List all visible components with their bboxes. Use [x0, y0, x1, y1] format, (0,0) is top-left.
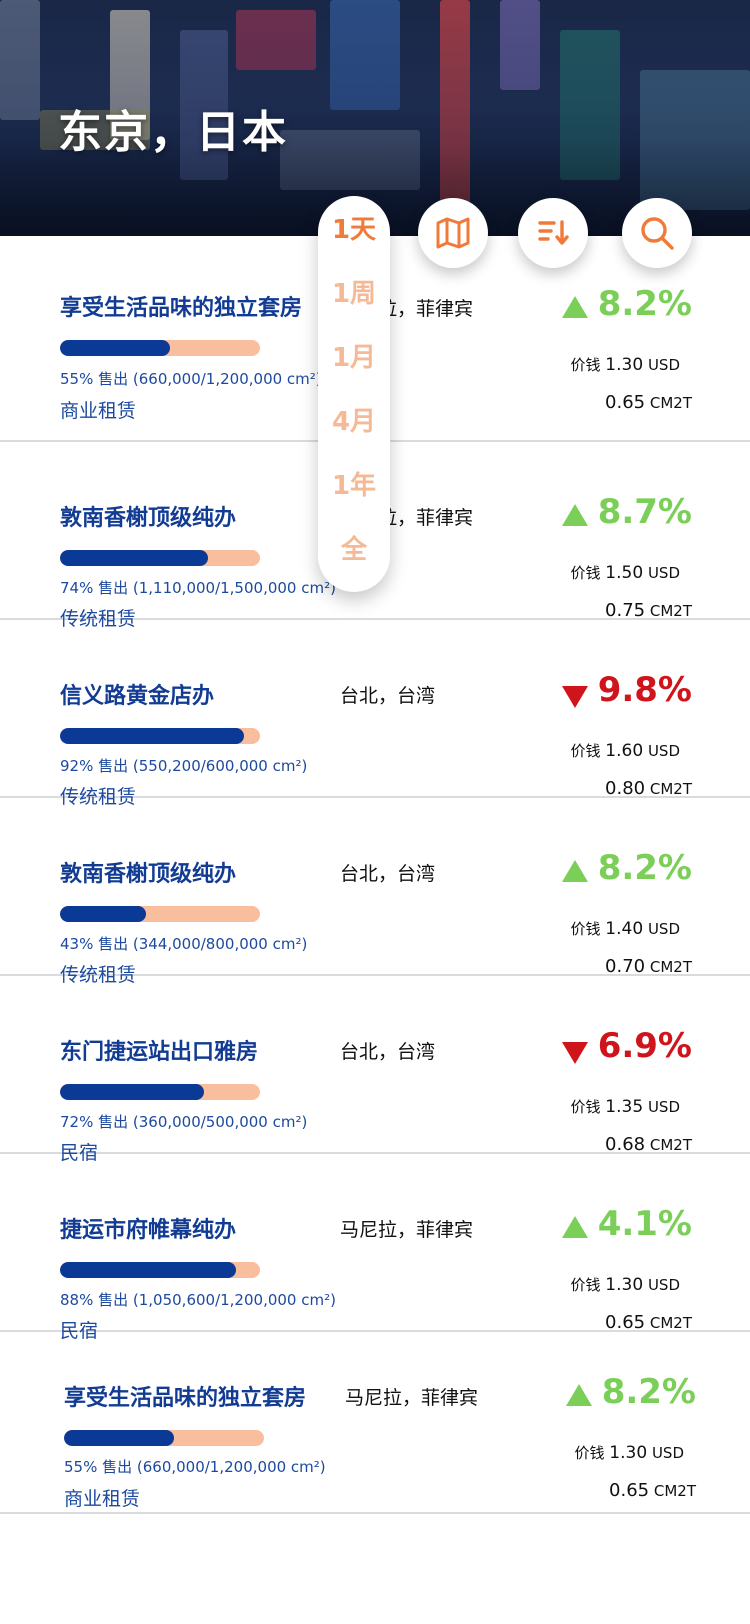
- price: 价钱 1.30 USD: [574, 1443, 685, 1463]
- change-percent: 8.2%: [597, 284, 692, 324]
- listing-row[interactable]: 捷运市府帷幕纯办 马尼拉，菲律宾 88% 售出 (1,050,600/1,200…: [0, 1154, 750, 1342]
- listing-location: 马尼拉，菲律宾: [345, 1387, 479, 1409]
- change-percent: 9.8%: [597, 670, 692, 710]
- listing-name: 敦南香榭顶级纯办: [60, 506, 237, 531]
- listing-name: 享受生活品味的独立套房: [60, 296, 303, 321]
- change-percent: 8.2%: [597, 848, 692, 888]
- period-option-1w[interactable]: 1周: [318, 272, 390, 336]
- listing-location: 台北，台湾: [340, 1041, 436, 1063]
- price: 价钱 1.60 USD: [570, 741, 681, 761]
- trend-arrow-icon: [562, 504, 588, 526]
- sold-progress-bar: [64, 1430, 264, 1446]
- trend-arrow-icon: [562, 686, 588, 708]
- cm2t-rate: 0.65 CM2T: [605, 1312, 692, 1333]
- period-dropdown[interactable]: 1天 1周 1月 4月 1年 全: [318, 196, 390, 592]
- trend-arrow-icon: [562, 860, 588, 882]
- cm2t-rate: 0.65 CM2T: [609, 1480, 696, 1501]
- sold-text: 88% 售出 (1,050,600/1,200,000 cm²): [60, 1291, 336, 1309]
- listing-row[interactable]: 信义路黄金店办 台北，台湾 92% 售出 (550,200/600,000 cm…: [0, 620, 750, 808]
- period-option-1d[interactable]: 1天: [318, 208, 390, 272]
- sold-progress-bar: [60, 1262, 260, 1278]
- sold-text: 55% 售出 (660,000/1,200,000 cm²): [60, 370, 322, 388]
- listing-location: 马尼拉，菲律宾: [340, 1219, 474, 1241]
- period-option-4m[interactable]: 4月: [318, 400, 390, 464]
- listing-name: 捷运市府帷幕纯办: [60, 1218, 237, 1243]
- cm2t-rate: 0.80 CM2T: [605, 778, 692, 799]
- price: 价钱 1.30 USD: [570, 355, 681, 375]
- sold-text: 92% 售出 (550,200/600,000 cm²): [60, 757, 308, 775]
- listing-location: 台北，台湾: [340, 863, 436, 885]
- trend-arrow-icon: [562, 1042, 588, 1064]
- cm2t-rate: 0.75 CM2T: [605, 600, 692, 621]
- listing-name: 东门捷运站出口雅房: [60, 1040, 259, 1065]
- change-percent: 8.7%: [597, 492, 692, 532]
- listing-name: 享受生活品味的独立套房: [64, 1386, 307, 1411]
- price: 价钱 1.50 USD: [570, 563, 681, 583]
- period-option-all[interactable]: 全: [318, 528, 390, 592]
- sold-progress-bar: [60, 728, 260, 744]
- cm2t-rate: 0.65 CM2T: [605, 392, 692, 413]
- sold-progress-bar: [60, 550, 260, 566]
- listing-row[interactable]: 东门捷运站出口雅房 台北，台湾 72% 售出 (360,000/500,000 …: [0, 976, 750, 1164]
- price: 价钱 1.35 USD: [570, 1097, 681, 1117]
- period-option-1y[interactable]: 1年: [318, 464, 390, 528]
- sold-progress-bar: [60, 340, 260, 356]
- rental-type: 商业租赁: [64, 1488, 141, 1510]
- trend-arrow-icon: [562, 1216, 588, 1238]
- sold-progress-bar: [60, 1084, 260, 1100]
- change-percent: 4.1%: [597, 1204, 692, 1244]
- sold-text: 55% 售出 (660,000/1,200,000 cm²): [64, 1458, 326, 1476]
- listing-name: 信义路黄金店办: [60, 684, 215, 709]
- price: 价钱 1.40 USD: [570, 919, 681, 939]
- sold-text: 74% 售出 (1,110,000/1,500,000 cm²): [60, 579, 336, 597]
- cm2t-rate: 0.70 CM2T: [605, 956, 692, 977]
- change-percent: 8.2%: [601, 1372, 696, 1412]
- page-title: 东京，日本: [58, 107, 288, 158]
- rental-type: 商业租赁: [60, 400, 137, 422]
- cm2t-rate: 0.68 CM2T: [605, 1134, 692, 1155]
- hero-banner: 东京，日本: [0, 0, 750, 236]
- period-option-1m[interactable]: 1月: [318, 336, 390, 400]
- listing-row[interactable]: 敦南香榭顶级纯办 台北，台湾 43% 售出 (344,000/800,000 c…: [0, 798, 750, 986]
- price: 价钱 1.30 USD: [570, 1275, 681, 1295]
- trend-arrow-icon: [566, 1384, 592, 1406]
- listing-name: 敦南香榭顶级纯办: [60, 862, 237, 887]
- sold-text: 72% 售出 (360,000/500,000 cm²): [60, 1113, 308, 1131]
- sold-text: 43% 售出 (344,000/800,000 cm²): [60, 935, 308, 953]
- listing-location: 台北，台湾: [340, 685, 436, 707]
- change-percent: 6.9%: [597, 1026, 692, 1066]
- trend-arrow-icon: [562, 296, 588, 318]
- sold-progress-bar: [60, 906, 260, 922]
- listing-row[interactable]: 享受生活品味的独立套房 马尼拉，菲律宾 55% 售出 (660,000/1,20…: [0, 1332, 750, 1514]
